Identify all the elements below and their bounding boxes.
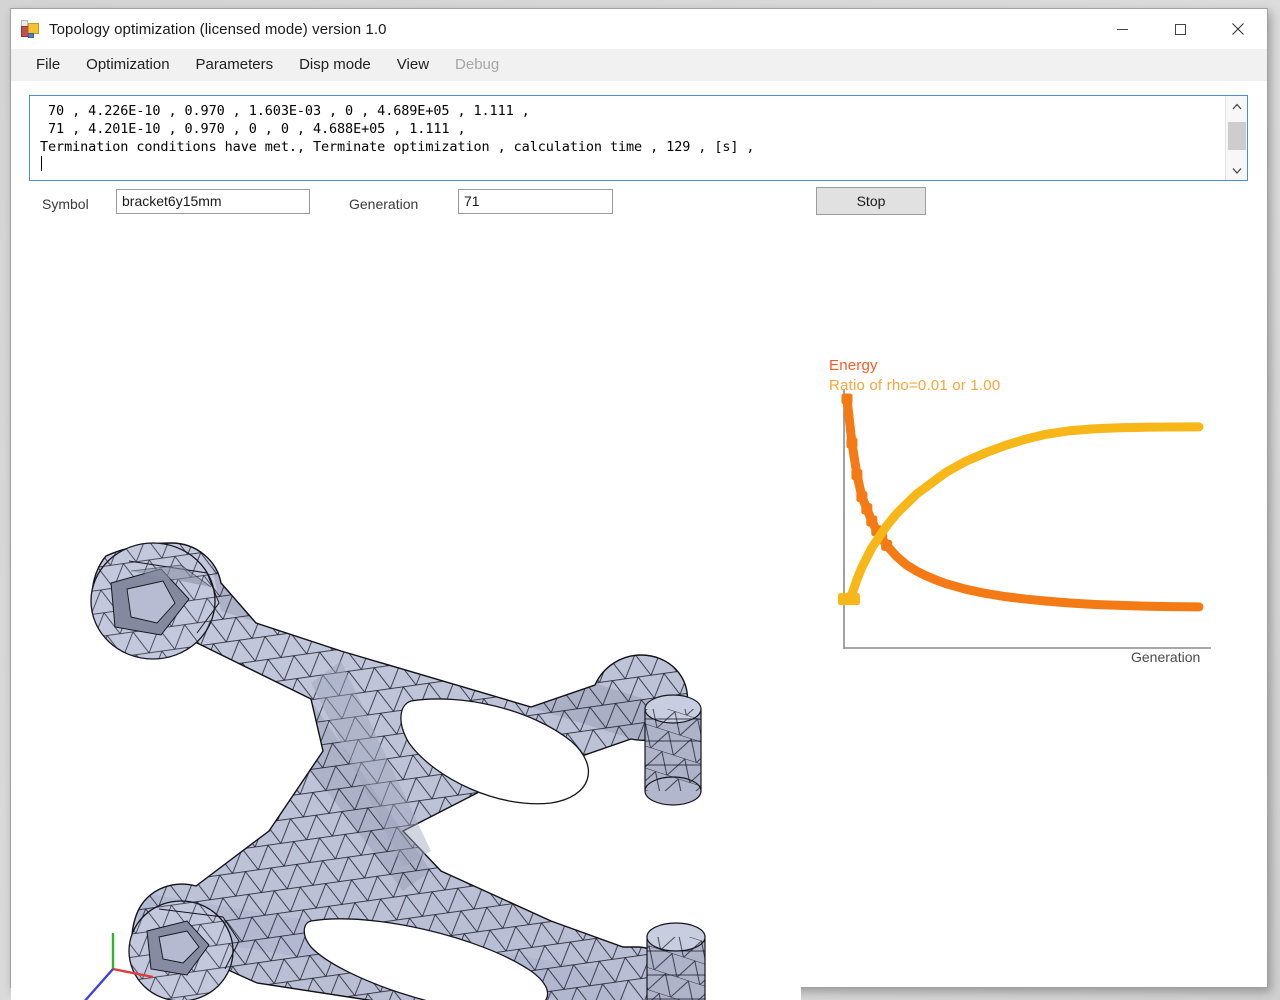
stop-button[interactable]: Stop [816,187,926,215]
scroll-thumb[interactable] [1228,122,1246,150]
parameter-row: Symbol bracket6y15mm Generation 71 Stop [11,187,1267,223]
window-controls [1093,9,1267,49]
symbol-input[interactable]: bracket6y15mm [116,189,310,214]
menu-bar: File Optimization Parameters Disp mode V… [11,49,1267,81]
desktop-background: Topology optimization (licensed mode) ve… [0,0,1280,1000]
app-icon [21,20,39,38]
window-title: Topology optimization (licensed mode) ve… [49,20,387,38]
client-area: 70 , 4.226E-10 , 0.970 , 1.603E-03 , 0 ,… [11,81,1267,1000]
log-scrollbar[interactable] [1225,96,1247,180]
minimize-button[interactable] [1093,9,1151,49]
model-viewport[interactable] [11,231,801,1000]
chevron-down-icon [1232,167,1242,174]
legend-energy: Energy [829,357,878,374]
scroll-up-button[interactable] [1226,96,1247,116]
menu-item-optimization[interactable]: Optimization [73,52,182,77]
generation-input[interactable]: 71 [458,189,613,214]
axis-triad [71,921,181,1000]
chart-plot-area [838,389,1211,649]
menu-item-disp-mode[interactable]: Disp mode [286,52,384,77]
generation-label: Generation [349,196,419,212]
right-hub [644,694,702,806]
series-ratio-line [842,422,1204,604]
axis-x [112,967,154,979]
menu-item-file[interactable]: File [23,52,73,77]
mesh-model [90,542,706,1000]
symbol-label: Symbol [42,196,89,212]
minimize-icon [1116,28,1128,30]
chevron-up-icon [1232,103,1242,109]
scroll-down-button[interactable] [1226,160,1247,180]
close-button[interactable] [1209,9,1267,49]
text-caret [41,156,42,171]
close-icon [1232,23,1244,35]
chart-xaxis-label: Generation [1131,649,1201,665]
legend-ratio: Ratio of rho=0.01 or 1.00 [829,377,1001,394]
application-window: Topology optimization (licensed mode) ve… [10,8,1268,1000]
maximize-icon [1174,23,1186,35]
title-bar: Topology optimization (licensed mode) ve… [11,9,1267,49]
lower-right-hub [646,922,706,1000]
log-output-box[interactable]: 70 , 4.226E-10 , 0.970 , 1.603E-03 , 0 ,… [29,95,1248,181]
axis-z [84,968,114,1000]
series-ratio-points [838,593,860,606]
convergence-chart: Energy Ratio of rho=0.01 or 1.00 Generat… [811,231,1251,681]
log-output-text: 70 , 4.226E-10 , 0.970 , 1.603E-03 , 0 ,… [40,103,755,155]
maximize-button[interactable] [1151,9,1209,49]
menu-item-debug: Debug [455,56,500,73]
menu-item-view[interactable]: View [384,52,442,77]
menu-item-parameters[interactable]: Parameters [183,52,287,77]
